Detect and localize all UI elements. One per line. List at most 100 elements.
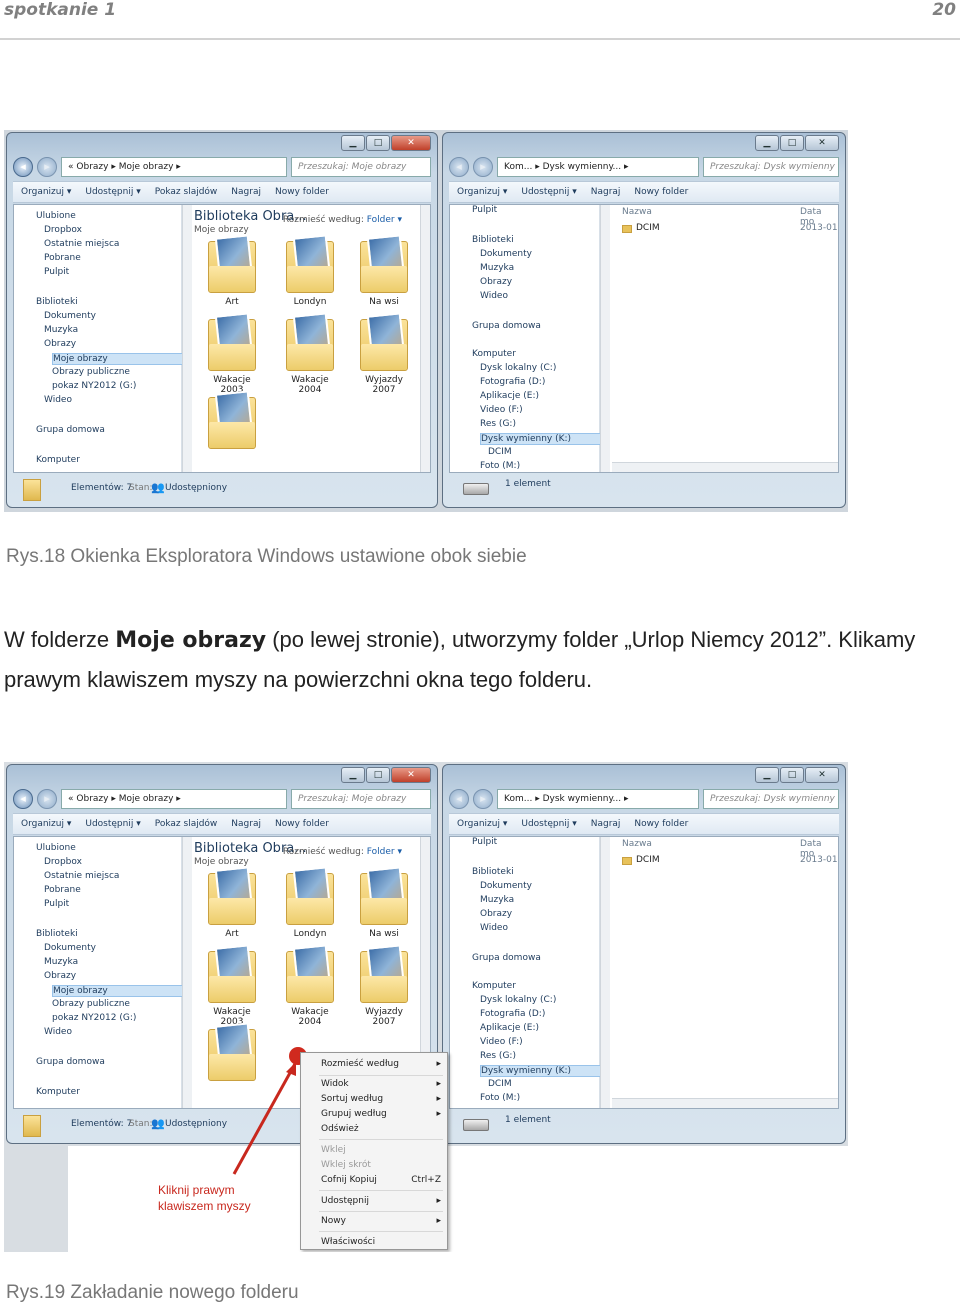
folder-item[interactable]: Wyjazdy 2007 bbox=[354, 319, 414, 397]
minimize-button[interactable]: ▁ bbox=[341, 135, 365, 151]
tree-item[interactable]: Komputer bbox=[36, 455, 80, 465]
tree-item[interactable]: Komputer bbox=[472, 349, 516, 359]
back-icon[interactable]: ◂ bbox=[449, 157, 469, 177]
tree-item[interactable]: Obrazy bbox=[480, 277, 512, 287]
file-item-name[interactable]: DCIM bbox=[636, 223, 660, 233]
tree-item[interactable]: Dysk wymienny (K:) bbox=[480, 433, 606, 445]
toolbar-button[interactable]: Nagraj bbox=[231, 187, 261, 197]
minimize-button[interactable]: ▁ bbox=[755, 135, 779, 151]
breadcrumb-part[interactable]: ▸ bbox=[176, 162, 181, 172]
address-bar[interactable]: « Obrazy ▸ Moje obrazy ▸ bbox=[61, 157, 287, 177]
tree-item[interactable]: Muzyka bbox=[44, 325, 78, 335]
caption-figure-18: Rys.18 Okienka Eksploratora Windows usta… bbox=[6, 546, 527, 567]
tree-item[interactable]: Moje obrazy bbox=[52, 353, 188, 365]
tree-scrollbar[interactable] bbox=[600, 205, 610, 472]
tree-item[interactable]: Wideo bbox=[480, 291, 508, 301]
breadcrumb-part[interactable]: Obrazy bbox=[76, 162, 108, 172]
toolbar-button[interactable]: Udostępnij ▾ bbox=[521, 187, 576, 197]
folder-item[interactable] bbox=[202, 397, 262, 475]
tree-item[interactable]: Fotografia (D:) bbox=[480, 377, 545, 387]
menu-arrange[interactable]: Rozmieść według bbox=[321, 1059, 399, 1069]
tree-item[interactable]: Ulubione bbox=[36, 211, 76, 221]
folder-icon bbox=[208, 397, 256, 449]
search-input[interactable]: Przeszukaj: Dysk wymienny (K:) bbox=[703, 157, 839, 177]
tree-item[interactable]: pokaz NY2012 (G:) bbox=[52, 381, 136, 391]
tree-item[interactable]: Grupa domowa bbox=[36, 425, 105, 435]
search-input[interactable]: Przeszukaj: Moje obrazy bbox=[291, 157, 431, 177]
arrange-by[interactable]: Rozmieść według: Folder ▾ bbox=[283, 215, 402, 225]
toolbar-button[interactable]: Udostępnij ▾ bbox=[85, 187, 140, 197]
close-button[interactable]: ✕ bbox=[391, 135, 431, 151]
menu-undo-copy[interactable]: Cofnij Kopiuj bbox=[321, 1175, 377, 1185]
folder-icon bbox=[286, 241, 334, 293]
tree-item[interactable]: Biblioteki bbox=[36, 297, 78, 307]
tree-item[interactable]: Obrazy bbox=[44, 339, 76, 349]
tree-item[interactable]: Dysk lokalny (C:) bbox=[480, 363, 556, 373]
folder-item[interactable]: Wakacje 2004 bbox=[280, 319, 340, 397]
tree-item[interactable]: Pobrane bbox=[44, 253, 81, 263]
submenu-arrow-icon: ▸ bbox=[436, 1196, 441, 1206]
status-bar: Elementów: 7 Stan: 👥 Udostępniony bbox=[13, 475, 431, 503]
folder-item[interactable]: Wakacje 2003 bbox=[202, 319, 262, 397]
content-scrollbar[interactable] bbox=[420, 205, 430, 472]
folder-item[interactable]: Londyn bbox=[280, 241, 340, 319]
toolbar-button[interactable]: Organizuj ▾ bbox=[457, 187, 507, 197]
tree-item[interactable]: Pulpit bbox=[44, 267, 69, 277]
tree-item[interactable]: Res (G:) bbox=[480, 419, 516, 429]
breadcrumb-part[interactable]: « bbox=[68, 162, 74, 172]
breadcrumb-part[interactable]: ▸ bbox=[624, 162, 629, 172]
folder-name: Art bbox=[225, 297, 239, 307]
menu-sort[interactable]: Sortuj według bbox=[321, 1094, 383, 1104]
folder-item[interactable]: Art bbox=[202, 241, 262, 319]
toolbar-button[interactable]: Organizuj ▾ bbox=[21, 187, 71, 197]
menu-view[interactable]: Widok bbox=[321, 1079, 349, 1089]
menu-paste-shortcut[interactable]: Wklej skrót bbox=[321, 1160, 371, 1170]
tree-item[interactable]: Dropbox bbox=[44, 225, 82, 235]
maximize-button[interactable]: □ bbox=[366, 135, 390, 151]
tree-item[interactable]: Muzyka bbox=[480, 263, 514, 273]
column-name[interactable]: Nazwa bbox=[622, 207, 652, 217]
folder-icon bbox=[360, 241, 408, 293]
tree-item[interactable]: Aplikacje (E:) bbox=[480, 391, 539, 401]
menu-new[interactable]: Nowy bbox=[321, 1216, 346, 1226]
close-button[interactable]: ✕ bbox=[805, 135, 839, 151]
maximize-button[interactable]: □ bbox=[780, 135, 804, 151]
tree-item[interactable]: Biblioteki bbox=[472, 235, 514, 245]
tree-item[interactable]: Obrazy publiczne bbox=[52, 367, 130, 377]
breadcrumb-part[interactable]: ▸ bbox=[535, 162, 540, 172]
breadcrumb-part[interactable]: Moje obrazy bbox=[119, 162, 174, 172]
tree-item[interactable]: Dokumenty bbox=[480, 249, 532, 259]
forward-icon[interactable]: ▸ bbox=[473, 157, 493, 177]
folder-icon bbox=[208, 241, 256, 293]
breadcrumb-part[interactable]: Dysk wymienny... bbox=[543, 162, 622, 172]
file-item-date: 2013-01 bbox=[800, 223, 838, 233]
toolbar-button[interactable]: Nowy folder bbox=[275, 187, 329, 197]
tree-item[interactable]: Wideo bbox=[44, 395, 72, 405]
body-text-1: W folderze bbox=[4, 627, 116, 652]
forward-icon[interactable]: ▸ bbox=[37, 157, 57, 177]
folder-name: Na wsi bbox=[369, 297, 399, 307]
tree-item[interactable]: Dokumenty bbox=[44, 311, 96, 321]
folder-item[interactable]: Na wsi bbox=[354, 241, 414, 319]
breadcrumb-part[interactable]: ▸ bbox=[111, 162, 116, 172]
menu-refresh[interactable]: Odśwież bbox=[321, 1124, 359, 1134]
toolbar-button[interactable]: Nowy folder bbox=[634, 187, 688, 197]
toolbar-button[interactable]: Pokaz slajdów bbox=[155, 187, 218, 197]
address-bar[interactable]: Kom... ▸ Dysk wymienny... ▸ bbox=[497, 157, 699, 177]
tree-item[interactable]: Grupa domowa bbox=[472, 321, 541, 331]
menu-group[interactable]: Grupuj według bbox=[321, 1109, 387, 1119]
tree-item[interactable]: DCIM bbox=[488, 447, 512, 457]
menu-share[interactable]: Udostępnij bbox=[321, 1196, 369, 1206]
back-icon[interactable]: ◂ bbox=[13, 157, 33, 177]
tree-item[interactable]: Video (F:) bbox=[480, 405, 523, 415]
folder-icon bbox=[622, 225, 632, 233]
toolbar-button[interactable]: Nagraj bbox=[591, 187, 621, 197]
menu-properties[interactable]: Właściwości bbox=[321, 1237, 375, 1247]
menu-paste[interactable]: Wklej bbox=[321, 1145, 346, 1155]
breadcrumb-part[interactable]: Kom... bbox=[504, 162, 532, 172]
tree-item[interactable]: Ostatnie miejsca bbox=[44, 239, 119, 249]
tree-item[interactable]: Foto (M:) bbox=[480, 461, 520, 471]
horizontal-scrollbar[interactable] bbox=[612, 462, 838, 472]
tree-item[interactable]: Pulpit bbox=[472, 205, 497, 215]
arrange-value[interactable]: Folder ▾ bbox=[367, 215, 402, 225]
